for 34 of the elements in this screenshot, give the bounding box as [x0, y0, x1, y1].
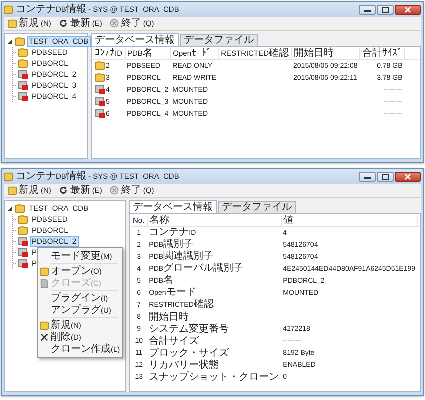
tab[interactable]: データベース情報 — [129, 200, 217, 213]
maximize-button[interactable] — [377, 4, 394, 14]
maximize-icon — [382, 6, 389, 12]
minimize-icon — [364, 174, 371, 179]
minimize-icon — [364, 7, 371, 12]
collapse-icon[interactable] — [7, 206, 13, 212]
table-cell-text: ブロック・サイズ — [148, 347, 230, 359]
refresh-icon — [59, 186, 68, 195]
maximize-icon — [382, 174, 389, 180]
stop-icon — [110, 186, 120, 195]
close-button[interactable] — [395, 4, 421, 14]
table-cell-text: 開始日時 — [148, 311, 190, 323]
column-header[interactable]: 合計ｻｲｽﾞ — [360, 48, 405, 60]
close-icon — [405, 6, 411, 12]
table-cell-text: リカバリー状態 — [148, 359, 220, 371]
column-header[interactable]: 名称 — [147, 215, 282, 226]
minimize-button[interactable] — [359, 172, 376, 182]
table-cell-text: システム変更番号 — [148, 323, 230, 335]
database-icon — [15, 37, 25, 46]
tab[interactable]: データファイル — [180, 34, 258, 46]
column-header[interactable]: 開始日時 — [292, 48, 360, 60]
refresh-icon — [59, 19, 68, 28]
tab[interactable]: データベース情報 — [91, 33, 179, 46]
stop-icon — [110, 19, 120, 28]
table-cell-text: スナップショット・クローン — [148, 371, 280, 383]
column-header[interactable]: 値 — [281, 215, 418, 226]
collapse-icon[interactable] — [7, 38, 13, 44]
minimize-button[interactable] — [359, 4, 376, 14]
database-icon — [15, 204, 25, 213]
table-cell-text: 合計サイズ — [148, 335, 200, 347]
close-icon — [405, 174, 411, 180]
maximize-button[interactable] — [377, 172, 394, 182]
close-button[interactable] — [395, 172, 421, 182]
tab[interactable]: データファイル — [218, 201, 296, 213]
